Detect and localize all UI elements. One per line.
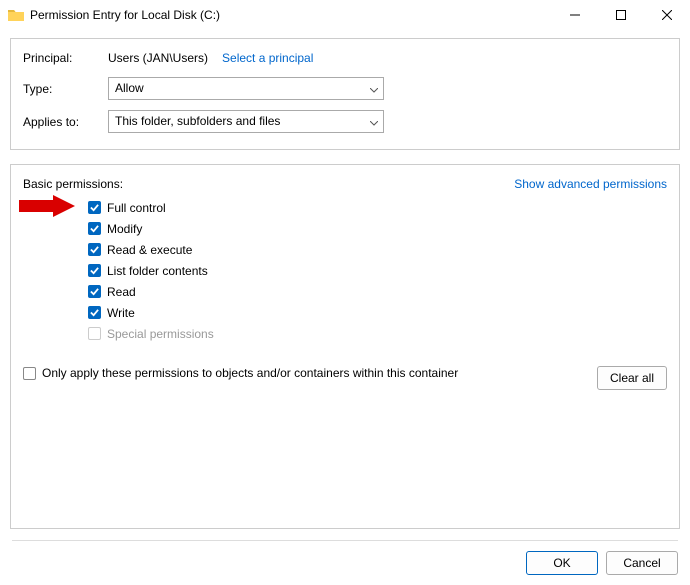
principal-panel: Principal: Users (JAN\Users) Select a pr… <box>10 38 680 150</box>
only-apply-label: Only apply these permissions to objects … <box>42 366 458 380</box>
applies-to-label: Applies to: <box>23 115 108 129</box>
permission-checkbox[interactable] <box>88 285 101 298</box>
type-select-value: Allow <box>108 77 384 100</box>
permission-item: Modify <box>88 218 667 239</box>
only-apply-checkbox[interactable] <box>23 367 36 380</box>
permission-checkbox[interactable] <box>88 222 101 235</box>
permission-item: Read <box>88 281 667 302</box>
title-bar: Permission Entry for Local Disk (C:) <box>0 0 690 30</box>
select-principal-link[interactable]: Select a principal <box>222 51 313 65</box>
permission-checkbox <box>88 327 101 340</box>
maximize-button[interactable] <box>598 0 644 30</box>
close-button[interactable] <box>644 0 690 30</box>
applies-to-select[interactable]: This folder, subfolders and files <box>108 110 384 133</box>
permission-checkbox[interactable] <box>88 306 101 319</box>
principal-label: Principal: <box>23 51 108 65</box>
permission-label: Modify <box>107 222 142 236</box>
permission-label: Special permissions <box>107 327 214 341</box>
basic-permissions-label: Basic permissions: <box>23 177 123 191</box>
permission-label: Read <box>107 285 136 299</box>
type-select[interactable]: Allow <box>108 77 384 100</box>
permission-checkbox[interactable] <box>88 243 101 256</box>
permissions-list: Full control Modify Read & execute List fol… <box>88 197 667 344</box>
permission-checkbox[interactable] <box>88 201 101 214</box>
permission-label: Read & execute <box>107 243 192 257</box>
dialog-footer: OK Cancel <box>12 540 678 575</box>
permission-label: Write <box>107 306 135 320</box>
show-advanced-permissions-link[interactable]: Show advanced permissions <box>514 177 667 191</box>
type-label: Type: <box>23 82 108 96</box>
permission-item: Read & execute <box>88 239 667 260</box>
minimize-button[interactable] <box>552 0 598 30</box>
permission-item: Special permissions <box>88 323 667 344</box>
permissions-panel: Basic permissions: Show advanced permiss… <box>10 164 680 529</box>
permission-checkbox[interactable] <box>88 264 101 277</box>
cancel-button[interactable]: Cancel <box>606 551 678 575</box>
permission-label: Full control <box>107 201 166 215</box>
permission-item: Write <box>88 302 667 323</box>
window-controls <box>552 0 690 30</box>
principal-value: Users (JAN\Users) <box>108 51 208 65</box>
permission-item: Full control <box>88 197 667 218</box>
ok-button[interactable]: OK <box>526 551 598 575</box>
applies-to-select-value: This folder, subfolders and files <box>108 110 384 133</box>
permission-label: List folder contents <box>107 264 208 278</box>
folder-icon <box>8 8 24 22</box>
clear-all-button[interactable]: Clear all <box>597 366 667 390</box>
red-arrow-annotation <box>19 195 75 217</box>
window-title: Permission Entry for Local Disk (C:) <box>30 8 552 22</box>
permission-item: List folder contents <box>88 260 667 281</box>
